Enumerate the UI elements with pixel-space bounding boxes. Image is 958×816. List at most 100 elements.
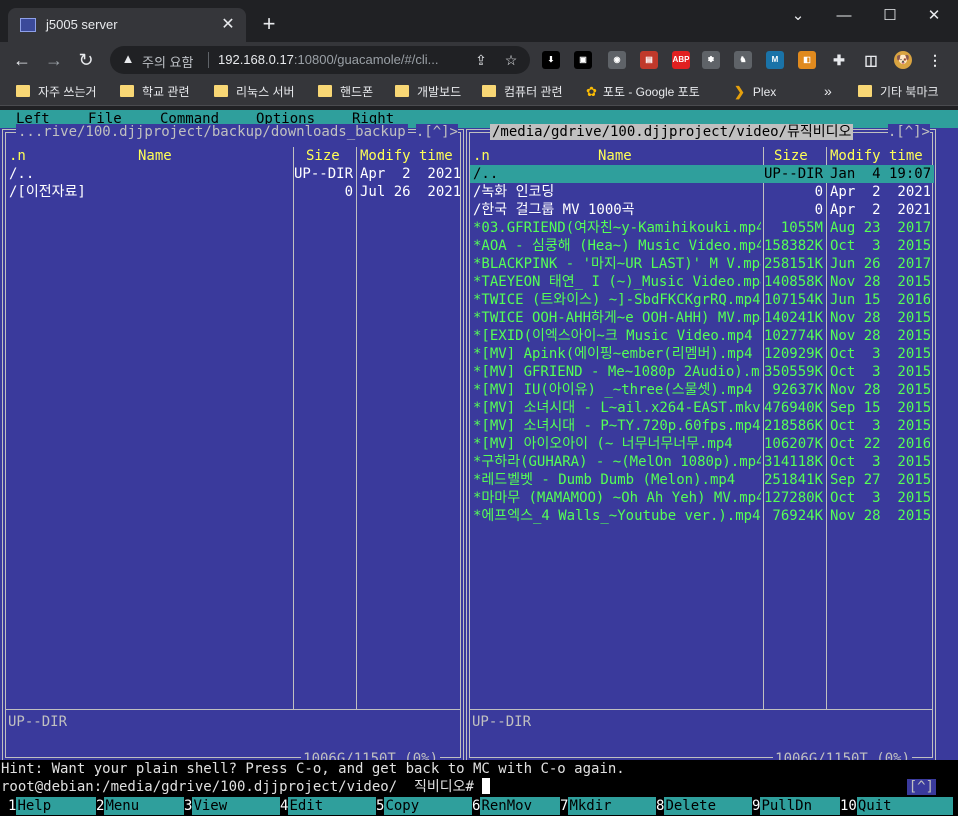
tab-close-icon[interactable]: ✕ [218,15,238,35]
warning-icon[interactable]: ▲ [120,51,136,67]
f10-quit-key[interactable]: 10Quit [840,797,953,815]
col-header-modify-time[interactable]: Modify time [360,147,453,165]
window-ext-icon[interactable]: ▣ [574,51,592,69]
file-modify-time: Oct 3 2015 [830,490,930,506]
col-header-sort[interactable]: .n [473,147,490,165]
cast-ext-icon[interactable]: ▤ [640,51,658,69]
shell-prompt[interactable]: root@debian:/media/gdrive/100.djjproject… [0,778,958,796]
col-header-size[interactable]: Size [774,147,808,165]
bookmark-folder[interactable]: 핸드폰 [318,83,373,101]
file-row[interactable]: *레드벨벳 - Dumb Dumb (Melon).mp4 251841K Sep … [470,471,934,489]
url-text[interactable]: 192.168.0.17:10800/guacamole/#/cli... [218,52,468,67]
f3-view-key[interactable]: 3View [184,797,281,815]
f6-renmov-key[interactable]: 6RenMov [472,797,561,815]
bookmarks-overflow-button[interactable]: » [824,83,832,101]
file-modify-time: Jul 26 2021 [360,184,460,200]
minimize-button[interactable]: — [824,4,864,28]
col-header-name[interactable]: Name [598,147,632,165]
directory-row[interactable]: /[이전자료] 0 Jul 26 2021 [6,183,462,201]
bookmark-folder[interactable]: 컴퓨터 관련 [482,83,563,101]
m-ext-icon[interactable]: M [766,51,784,69]
bookmark-google-photos[interactable]: ✿ 포토 - Google 포토 [586,83,700,101]
f2-menu-key[interactable]: 2Menu [96,797,185,815]
forward-button[interactable]: → [42,48,66,72]
back-button[interactable]: ← [10,48,34,72]
puzzle-gray-ext-icon[interactable]: ✽ [702,51,720,69]
f7-mkdir-key[interactable]: 7Mkdir [560,797,657,815]
more-menu-icon[interactable]: ⋮ [926,51,944,69]
status-divider [6,709,460,710]
file-row[interactable]: *TWICE OOH-AHH하게~e OOH-AHH) MV.mp4 140241… [470,309,934,327]
tab-title: j5005 server [46,17,118,32]
f8-delete-key[interactable]: 8Delete [656,797,753,815]
file-row[interactable]: *[MV] IU(아이유) _~three(스물셋).mp4 92637K Nov … [470,381,934,399]
col-header-name[interactable]: Name [138,147,172,165]
bookmark-folder-other[interactable]: 기타 북마크 [858,83,939,101]
security-warning-label[interactable]: 주의 요함 [142,52,193,71]
directory-row[interactable]: /녹화 인코딩 0 Apr 2 2021 [470,183,934,201]
camera-ext-icon[interactable]: ◉ [608,51,626,69]
share-icon[interactable]: ⇪ [472,51,490,69]
file-name: *03.GFRIEND(여자친~y-Kamihikouki.mp4 [473,220,761,236]
bookmark-folder[interactable]: 개발보드 [395,83,461,101]
bookmark-folder[interactable]: 자주 쓰는거 [16,83,97,101]
url-divider [208,52,209,68]
adblock-ext-icon[interactable]: ABP [672,51,690,69]
bookmark-folder[interactable]: 리눅스 서버 [214,83,295,101]
reload-button[interactable]: ↻ [74,48,98,72]
file-row[interactable]: *[MV] 소녀시대 - P~TY.720p.60fps.mp4 218586K O… [470,417,934,435]
file-row[interactable]: *TAEYEON 태연_ I (~)_Music Video.mp4 140858… [470,273,934,291]
file-row[interactable]: *TWICE (트와이스) ~]-SbdFKCKgrRQ.mp4 107154K J… [470,291,934,309]
extensions-icon[interactable]: ✚ [830,51,848,69]
directory-row[interactable]: /한국 걸그룹 MV 1000곡 0 Apr 2 2021 [470,201,934,219]
browser-tab[interactable]: j5005 server ✕ [8,8,246,42]
left-panel-history-arrows[interactable]: .[^]> [415,124,458,140]
file-row[interactable]: *구하라(GUHARA) - ~(MelOn 1080p).mp4 314118K… [470,453,934,471]
file-size: UP--DIR [294,166,353,182]
file-row[interactable]: *[MV] Apink(에이핑~ember(리멤버).mp4 120929K Oct… [470,345,934,363]
right-panel-frame: /media/gdrive/100.djjproject/video/뮤직비디오… [469,124,934,767]
download-ext-icon[interactable]: ⬇ [542,51,560,69]
command-history-arrows[interactable]: [^] [906,779,936,795]
tab-search-chevron-icon[interactable]: ⌄ [778,4,818,28]
tampermonkey-ext-icon[interactable]: ♞ [734,51,752,69]
terminal-screen[interactable]: Left File Command Options Right ...rive/… [0,110,958,816]
file-row[interactable]: *03.GFRIEND(여자친~y-Kamihikouki.mp4 1055M Au… [470,219,934,237]
profile-avatar[interactable]: 🐶 [894,51,912,69]
bookmark-plex[interactable]: ❯ Plex [734,83,776,101]
file-row[interactable]: *AOA - 심쿵해 (Hea~) Music Video.mp4 158382K… [470,237,934,255]
bookmark-folder[interactable]: 학교 관련 [120,83,190,101]
right-panel-history-arrows[interactable]: .[^]> [887,124,930,140]
sidepanel-icon[interactable]: ◫ [862,51,880,69]
file-row[interactable]: *[MV] 소녀시대 - L~ail.x264-EAST.mkv 476940K S… [470,399,934,417]
grid-ext-icon[interactable]: ◧ [798,51,816,69]
col-header-size[interactable]: Size [306,147,340,165]
file-modify-time: Nov 28 2015 [830,310,930,326]
file-row[interactable]: *[EXID(이엑스아이~크 Music Video.mp4 102774K Nov… [470,327,934,345]
directory-row[interactable]: /.. UP--DIR Apr 2 2021 [6,165,462,183]
file-row[interactable]: *[MV] GFRIEND - Me~1080p 2Audio).mp4 3505… [470,363,934,381]
new-tab-button[interactable]: + [256,12,282,38]
file-row[interactable]: *마마무 (MAMAMOO) ~Oh Ah Yeh) MV.mp4 127280K… [470,489,934,507]
f5-copy-key[interactable]: 5Copy [376,797,473,815]
address-bar[interactable]: ▲ 주의 요함 192.168.0.17:10800/guacamole/#/c… [110,46,530,74]
f9-pulldn-key[interactable]: 9PullDn [752,797,841,815]
col-header-modify-time[interactable]: Modify time [830,147,923,165]
right-panel-status: UP--DIR [472,714,532,730]
close-window-button[interactable]: ✕ [914,4,954,28]
directory-row[interactable]: /.. UP--DIR Jan 4 19:07 [470,165,934,183]
right-panel[interactable]: /media/gdrive/100.djjproject/video/뮤직비디오… [465,124,937,767]
file-row[interactable]: *[MV] 아이오아이 (~ 너무너무너무.mp4 106207K Oct 22 2… [470,435,934,453]
file-row[interactable]: *에프엑스_4 Walls_~Youtube ver.).mp4 76924K No… [470,507,934,525]
maximize-button[interactable]: ☐ [870,4,910,28]
fkey-label: RenMov [480,797,561,815]
file-modify-time: Oct 22 2016 [830,436,930,452]
left-panel[interactable]: ...rive/100.djjproject/backup/downloads_… [1,124,465,767]
col-header-sort[interactable]: .n [9,147,26,165]
file-modify-time: Nov 28 2015 [830,382,930,398]
file-row[interactable]: *BLACKPINK - '마지~UR LAST)' M V.mp4 258151… [470,255,934,273]
f4-edit-key[interactable]: 4Edit [280,797,377,815]
bookmark-star-icon[interactable]: ☆ [502,51,520,69]
f1-help-key[interactable]: 1Help [8,797,97,815]
file-size: 140858K [764,274,823,290]
